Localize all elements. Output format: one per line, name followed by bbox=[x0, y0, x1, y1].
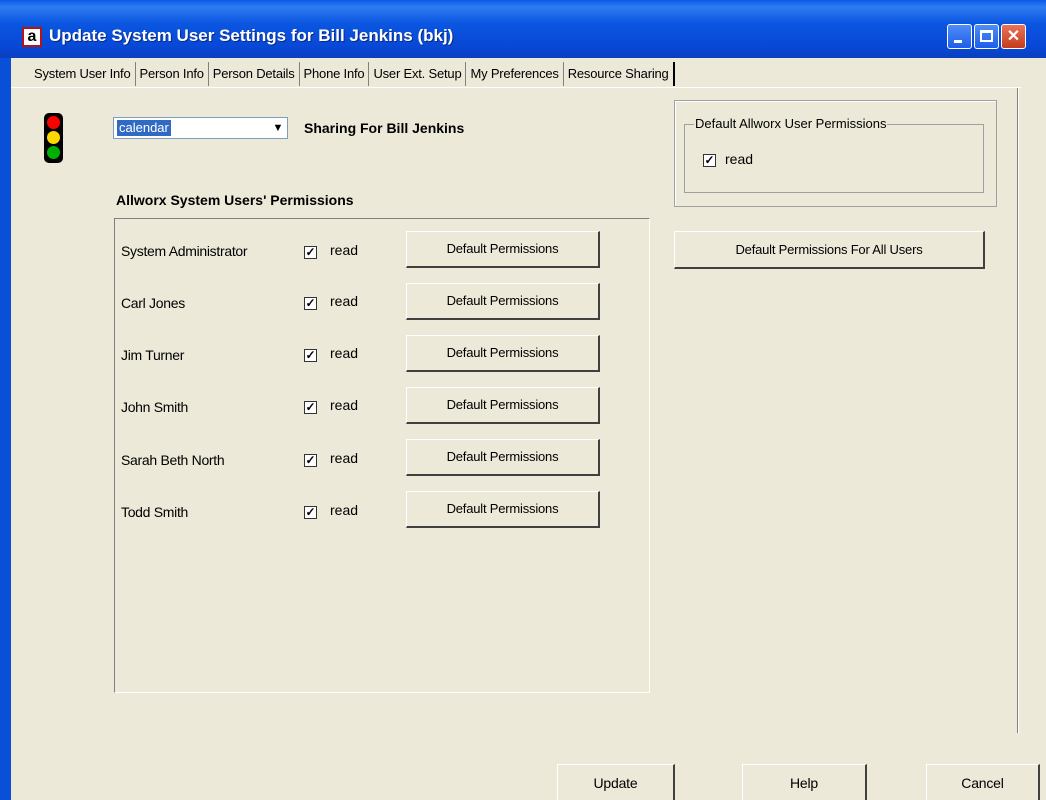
close-button[interactable]: ✕ bbox=[1001, 24, 1026, 49]
red-lamp bbox=[47, 116, 60, 129]
minimize-button[interactable] bbox=[947, 24, 972, 49]
user-read-label: read bbox=[330, 397, 359, 413]
update-button[interactable]: Update bbox=[557, 764, 675, 800]
user-read-checkbox[interactable]: ✓ bbox=[304, 401, 317, 414]
green-lamp bbox=[47, 146, 60, 159]
window-frame-left bbox=[0, 58, 11, 800]
permissions-heading: Allworx System Users' Permissions bbox=[116, 192, 354, 208]
sharing-for-label: Sharing For Bill Jenkins bbox=[304, 120, 465, 136]
window-title: Update System User Settings for Bill Jen… bbox=[49, 26, 454, 45]
tab-phone-info[interactable]: Phone Info bbox=[300, 62, 370, 86]
dropdown-arrow-icon[interactable]: ▼ bbox=[269, 118, 287, 138]
default-permissions-button[interactable]: Default Permissions bbox=[406, 231, 600, 268]
maximize-button[interactable] bbox=[974, 24, 999, 49]
tab-divider bbox=[11, 87, 1021, 88]
tab-my-preferences[interactable]: My Preferences bbox=[466, 62, 564, 86]
user-read-label: read bbox=[330, 242, 359, 258]
user-name: Jim Turner bbox=[121, 347, 185, 363]
default-permissions-button[interactable]: Default Permissions bbox=[406, 335, 600, 372]
tab-person-details[interactable]: Person Details bbox=[209, 62, 300, 86]
resource-select[interactable]: calendar ▼ bbox=[113, 117, 288, 139]
pane-edge-highlight bbox=[1018, 88, 1019, 733]
maximize-icon bbox=[980, 30, 993, 42]
user-read-checkbox[interactable]: ✓ bbox=[304, 246, 317, 259]
user-name: System Administrator bbox=[121, 243, 248, 259]
resource-select-value: calendar bbox=[117, 120, 171, 136]
close-icon: ✕ bbox=[1006, 28, 1021, 45]
user-read-label: read bbox=[330, 450, 359, 466]
tab-system-user-info[interactable]: System User Info bbox=[30, 62, 136, 86]
traffic-light-icon bbox=[44, 113, 63, 163]
app-logo-icon: a bbox=[22, 27, 42, 47]
default-permissions-button[interactable]: Default Permissions bbox=[406, 439, 600, 476]
user-name: Carl Jones bbox=[121, 295, 185, 311]
title-bar[interactable]: a Update System User Settings for Bill J… bbox=[0, 0, 1046, 58]
tab-user-ext-setup[interactable]: User Ext. Setup bbox=[369, 62, 467, 86]
user-read-label: read bbox=[330, 502, 359, 518]
default-permissions-button[interactable]: Default Permissions bbox=[406, 283, 600, 320]
user-name: Sarah Beth North bbox=[121, 452, 225, 468]
default-permissions-all-users-button[interactable]: Default Permissions For All Users bbox=[674, 231, 985, 269]
tab-strip: System User Info Person Info Person Deta… bbox=[30, 62, 675, 86]
tab-resource-sharing[interactable]: Resource Sharing bbox=[564, 62, 675, 86]
default-permissions-button[interactable]: Default Permissions bbox=[406, 491, 600, 528]
user-name: Todd Smith bbox=[121, 504, 189, 520]
default-permissions-button[interactable]: Default Permissions bbox=[406, 387, 600, 424]
default-read-label: read bbox=[725, 151, 754, 167]
user-read-checkbox[interactable]: ✓ bbox=[304, 297, 317, 310]
cancel-button[interactable]: Cancel bbox=[926, 764, 1040, 800]
tab-person-info[interactable]: Person Info bbox=[136, 62, 209, 86]
user-read-checkbox[interactable]: ✓ bbox=[304, 349, 317, 362]
help-button[interactable]: Help bbox=[742, 764, 867, 800]
yellow-lamp bbox=[47, 131, 60, 144]
default-permissions-title: Default Allworx User Permissions bbox=[694, 116, 888, 131]
user-read-checkbox[interactable]: ✓ bbox=[304, 506, 317, 519]
user-read-label: read bbox=[330, 293, 359, 309]
default-read-checkbox[interactable]: ✓ bbox=[703, 154, 716, 167]
user-read-label: read bbox=[330, 345, 359, 361]
user-read-checkbox[interactable]: ✓ bbox=[304, 454, 317, 467]
user-name: John Smith bbox=[121, 399, 189, 415]
minimize-icon bbox=[954, 40, 962, 43]
